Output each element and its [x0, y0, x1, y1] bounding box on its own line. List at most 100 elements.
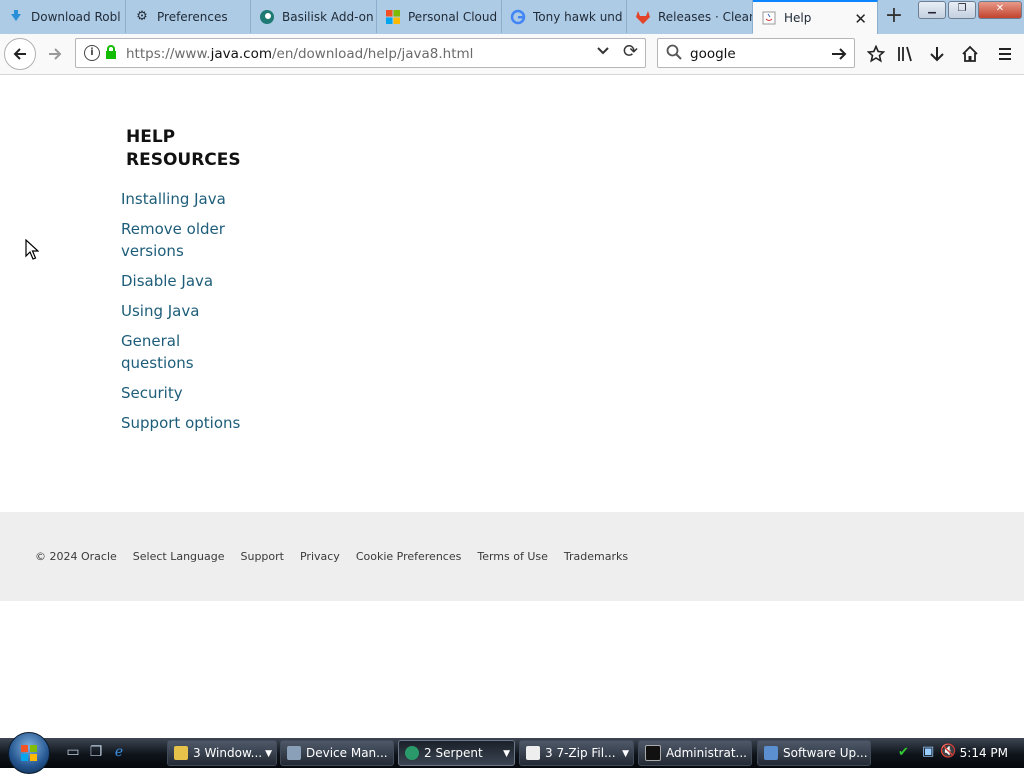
7zip-icon: [526, 746, 540, 760]
taskbar-button-7zip[interactable]: 3 7-Zip Fil... ▼: [519, 740, 634, 766]
taskbar-button-serpent[interactable]: 2 Serpent ▼: [398, 740, 515, 766]
tab-releases[interactable]: Releases · Clean: [627, 0, 753, 33]
security-shield-icon[interactable]: ✔: [898, 745, 909, 760]
basilisk-icon: [259, 9, 275, 25]
link-support-options[interactable]: Support options: [121, 412, 271, 434]
dropdown-arrow-icon: ▼: [265, 749, 272, 759]
tab-help[interactable]: Help ✕: [753, 0, 878, 34]
page-footer: © 2024 Oracle Select Language Support Pr…: [0, 512, 1024, 601]
java-icon: [761, 10, 777, 26]
site-info-icon[interactable]: i: [84, 45, 100, 61]
volume-muted-icon[interactable]: 🔇: [940, 744, 956, 759]
minimize-button[interactable]: ▁: [918, 1, 946, 19]
software-update-icon: [764, 746, 778, 760]
new-tab-button[interactable]: +: [880, 4, 908, 30]
device-manager-icon: [287, 746, 301, 760]
restore-button[interactable]: ❐: [948, 1, 976, 19]
folder-icon: [174, 746, 188, 760]
windows-logo-icon: [21, 745, 37, 761]
url-domain: java.com: [210, 46, 272, 62]
downloads-icon[interactable]: [922, 39, 952, 69]
link-text: Using Java: [121, 302, 200, 320]
search-go-arrow-icon[interactable]: [830, 41, 848, 68]
search-icon: [666, 44, 682, 64]
hamburger-menu-icon[interactable]: [990, 39, 1020, 69]
network-icon[interactable]: ▣: [922, 744, 934, 759]
reload-icon[interactable]: ⟳: [623, 41, 638, 62]
taskbar-button-label: 3 Window...: [193, 746, 263, 760]
help-resources-heading: HELP RESOURCES: [126, 126, 266, 172]
tab-personal-cloud[interactable]: Personal Cloud: [377, 0, 502, 33]
footer-copyright: © 2024 Oracle: [35, 550, 117, 563]
serpent-icon: [405, 746, 419, 760]
navigation-toolbar: i https://www.java.com/en/download/help/…: [0, 34, 1024, 75]
tab-label: Help: [784, 11, 812, 25]
footer-link-trademarks[interactable]: Trademarks: [564, 550, 628, 563]
tab-label: Personal Cloud: [408, 9, 498, 24]
tab-basilisk-addons[interactable]: Basilisk Add-on: [251, 0, 377, 33]
chevron-down-icon[interactable]: [596, 43, 610, 61]
show-desktop-icon[interactable]: ▭: [64, 744, 82, 760]
link-text: Support options: [121, 414, 241, 432]
help-resources-list: Installing Java Remove older versions Dis…: [121, 188, 271, 442]
google-icon: [510, 9, 526, 25]
back-arrow-icon: [13, 48, 26, 60]
mouse-pointer-icon: [25, 239, 39, 260]
link-text: Security: [121, 384, 183, 402]
internet-explorer-icon[interactable]: ℯ: [110, 744, 128, 760]
taskbar-button-software-update[interactable]: Software Up...: [757, 740, 871, 766]
tab-download-roblox[interactable]: Download Robl: [0, 0, 126, 33]
link-text: questions: [121, 354, 194, 372]
gitlab-icon: [635, 9, 651, 25]
footer-link-select-language[interactable]: Select Language: [133, 550, 225, 563]
bookmark-star-icon[interactable]: [861, 39, 891, 69]
link-disable-java[interactable]: Disable Java: [121, 270, 271, 292]
footer-link-cookie-preferences[interactable]: Cookie Preferences: [356, 550, 462, 563]
system-tray: ✔ ▣ 🔇 5:14 PM: [890, 738, 1024, 768]
link-security[interactable]: Security: [121, 382, 271, 404]
taskbar-button-administrator[interactable]: Administrat...: [638, 740, 752, 766]
clock[interactable]: 5:14 PM: [960, 746, 1008, 760]
search-bar[interactable]: google: [657, 38, 855, 68]
link-installing-java[interactable]: Installing Java: [121, 188, 271, 210]
search-input[interactable]: google: [690, 46, 736, 62]
heading-line: HELP: [126, 127, 176, 147]
dropdown-arrow-icon: ▼: [503, 749, 510, 759]
switch-windows-icon[interactable]: ❐: [87, 744, 105, 760]
footer-link-terms-of-use[interactable]: Terms of Use: [477, 550, 548, 563]
footer-link-support[interactable]: Support: [241, 550, 284, 563]
forward-button[interactable]: [40, 39, 70, 69]
close-tab-icon[interactable]: ✕: [854, 10, 867, 28]
footer-link-privacy[interactable]: Privacy: [300, 550, 340, 563]
taskbar-button-label: 2 Serpent: [424, 746, 483, 760]
home-icon[interactable]: [955, 39, 985, 69]
tab-label: Preferences: [157, 9, 228, 24]
tab-strip: Download Robl ⚙ Preferences Basilisk Add…: [0, 0, 1024, 34]
tab-label: Download Robl: [31, 9, 121, 24]
tab-tony-hawk[interactable]: Tony hawk und: [502, 0, 627, 33]
lock-icon: [106, 45, 116, 59]
taskbar: ▭ ❐ ℯ 3 Window... ▼ Device Man... 2 Serp…: [0, 732, 1024, 774]
tab-preferences[interactable]: ⚙ Preferences: [126, 0, 251, 33]
footer-links: © 2024 Oracle Select Language Support Pr…: [35, 550, 644, 563]
link-using-java[interactable]: Using Java: [121, 300, 271, 322]
link-text: Installing Java: [121, 190, 226, 208]
link-general-questions[interactable]: General questions: [121, 330, 271, 374]
taskbar-button-label: Administrat...: [666, 746, 747, 760]
link-text: Disable Java: [121, 272, 214, 290]
microsoft-icon: [385, 9, 401, 25]
link-remove-older-versions[interactable]: Remove older versions: [121, 218, 271, 262]
library-icon[interactable]: [890, 39, 920, 69]
link-text: versions: [121, 242, 184, 260]
gear-icon: ⚙: [136, 9, 148, 24]
taskbar-button-windows-explorer[interactable]: 3 Window... ▼: [167, 740, 277, 766]
heading-line: RESOURCES: [126, 150, 241, 170]
taskbar-button-label: 3 7-Zip Fil...: [545, 746, 616, 760]
window-close-button[interactable]: ✕: [978, 1, 1022, 19]
tab-label: Releases · Clean: [658, 9, 752, 24]
url-text[interactable]: https://www.java.com/en/download/help/ja…: [126, 46, 473, 62]
taskbar-button-label: Software Up...: [783, 746, 868, 760]
taskbar-button-device-manager[interactable]: Device Man...: [280, 740, 394, 766]
back-button[interactable]: [4, 38, 36, 70]
address-bar[interactable]: i https://www.java.com/en/download/help/…: [75, 38, 646, 68]
